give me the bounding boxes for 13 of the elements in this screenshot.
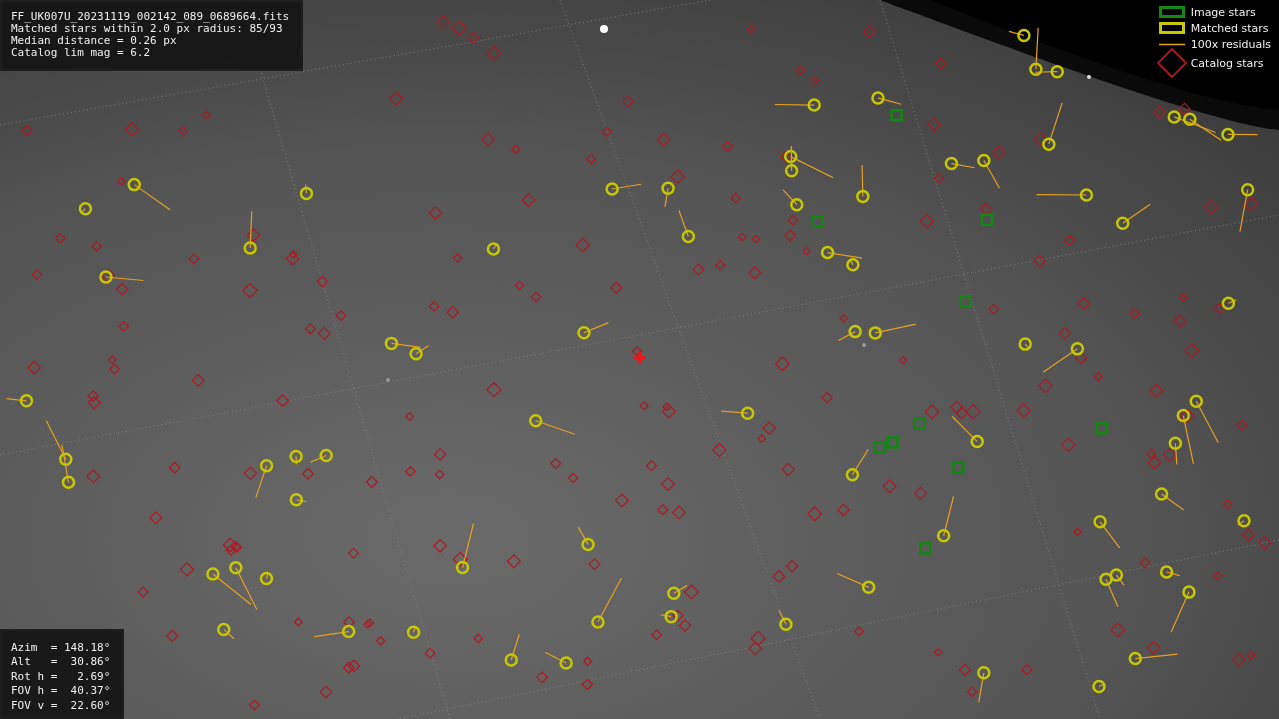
info-text: FF_UK007U_20231119_002142_089_0689664.fits <box>11 11 290 23</box>
pointing-text: Azim = 148.18° <box>11 640 111 655</box>
legend-label: Image stars <box>1190 5 1256 19</box>
info-text: Median distance = 0.26 px <box>11 35 178 47</box>
pointing-text: FOV h = 40.37° <box>11 684 111 699</box>
pointing-text: Alt = 30.86° <box>11 655 111 670</box>
legend-label: Catalog stars <box>1190 56 1264 70</box>
legend-label: Matched stars <box>1190 21 1269 35</box>
legend-label: 100x residuals <box>1190 37 1271 51</box>
info-text: Matched stars within 2.0 px radius: 85/93 <box>11 23 283 35</box>
info-text: Catalog lim mag = 6.2 <box>11 47 152 59</box>
pointing-text: FOV v = 22.60° <box>11 698 111 713</box>
pointing-text: Rot h = 2.69° <box>11 669 111 684</box>
